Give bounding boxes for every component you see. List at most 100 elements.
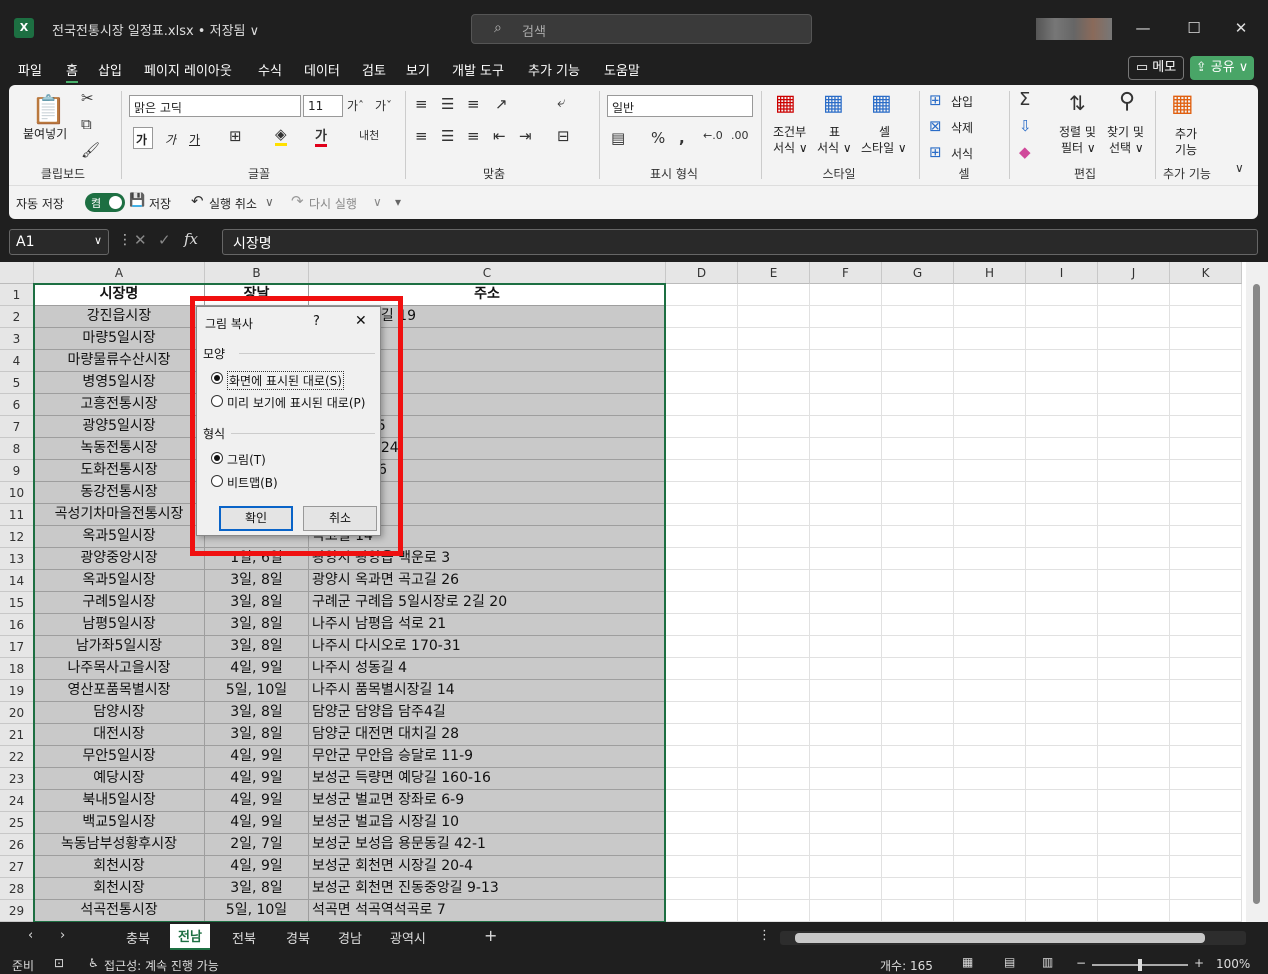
row-header[interactable]: 18: [0, 658, 34, 680]
cell-c[interactable]: 광양시 옥과면 곡고길 26: [309, 570, 666, 592]
row-header[interactable]: 3: [0, 328, 34, 350]
cell-empty[interactable]: [1098, 306, 1170, 328]
format-cells-icon[interactable]: ⊞: [929, 143, 942, 161]
row-header[interactable]: 27: [0, 856, 34, 878]
cell-b[interactable]: 3일, 8일: [205, 570, 309, 592]
cell-empty[interactable]: [954, 614, 1026, 636]
cell-empty[interactable]: [738, 284, 810, 306]
cell-c[interactable]: 보성군 보성읍 용문동길 42-1: [309, 834, 666, 856]
cell-b[interactable]: 4일, 9일: [205, 746, 309, 768]
cell-empty[interactable]: [954, 680, 1026, 702]
cell-empty[interactable]: [666, 548, 738, 570]
menu-insert[interactable]: 삽입: [98, 60, 122, 79]
cell-empty[interactable]: [1170, 856, 1242, 878]
cell-a[interactable]: 시장명: [34, 284, 205, 306]
cell-empty[interactable]: [666, 416, 738, 438]
share-button[interactable]: ⇪ 공유 ∨: [1190, 56, 1254, 80]
cell-a[interactable]: 마량물류수산시장: [34, 350, 205, 372]
cell-empty[interactable]: [882, 790, 954, 812]
cell-empty[interactable]: [1170, 746, 1242, 768]
cell-empty[interactable]: [1098, 570, 1170, 592]
cell-empty[interactable]: [882, 306, 954, 328]
cell-a[interactable]: 남평5일시장: [34, 614, 205, 636]
cell-empty[interactable]: [1026, 570, 1098, 592]
column-header-e[interactable]: E: [738, 262, 810, 284]
accessibility-icon[interactable]: ♿: [88, 956, 99, 970]
align-left-icon[interactable]: ≡: [415, 127, 428, 145]
cell-empty[interactable]: [738, 746, 810, 768]
format-table-label-1[interactable]: 표: [829, 123, 840, 140]
cell-a[interactable]: 옥과5일시장: [34, 526, 205, 548]
column-header-h[interactable]: H: [954, 262, 1026, 284]
cell-empty[interactable]: [810, 812, 882, 834]
sort-filter-label-2[interactable]: 필터 ∨: [1061, 139, 1096, 156]
insert-cells-label[interactable]: 삽입: [951, 93, 973, 110]
horizontal-scrollbar-thumb[interactable]: [795, 933, 1205, 943]
cell-empty[interactable]: [738, 790, 810, 812]
cell-empty[interactable]: [1098, 372, 1170, 394]
cell-empty[interactable]: [954, 658, 1026, 680]
memo-button[interactable]: ▭ 메모: [1128, 56, 1184, 80]
cell-empty[interactable]: [738, 900, 810, 922]
cell-empty[interactable]: [1170, 636, 1242, 658]
cell-empty[interactable]: [1098, 812, 1170, 834]
customize-qat-icon[interactable]: ▾: [395, 195, 401, 209]
cell-empty[interactable]: [882, 592, 954, 614]
cell-styles-icon[interactable]: ▦: [871, 91, 892, 116]
cell-c[interactable]: 보성군 득량면 예당길 160-16: [309, 768, 666, 790]
avatar[interactable]: [1036, 18, 1112, 40]
cell-empty[interactable]: [666, 614, 738, 636]
menu-page-layout[interactable]: 페이지 레이아웃: [144, 60, 232, 79]
format-table-label-2[interactable]: 서식 ∨: [817, 139, 852, 156]
cell-empty[interactable]: [666, 636, 738, 658]
paste-label[interactable]: 붙여넣기: [23, 125, 67, 142]
cell-a[interactable]: 동강전통시장: [34, 482, 205, 504]
cell-empty[interactable]: [1098, 658, 1170, 680]
cell-empty[interactable]: [954, 834, 1026, 856]
cell-empty[interactable]: [1026, 900, 1098, 922]
menu-review[interactable]: 검토: [362, 60, 386, 79]
cell-empty[interactable]: [1026, 812, 1098, 834]
cell-empty[interactable]: [738, 350, 810, 372]
cell-a[interactable]: 강진읍시장: [34, 306, 205, 328]
cell-empty[interactable]: [738, 724, 810, 746]
save-button[interactable]: 저장: [149, 195, 171, 212]
format-painter-icon[interactable]: 🖌: [81, 141, 100, 159]
cell-empty[interactable]: [738, 438, 810, 460]
cell-c[interactable]: 보성군 회천면 진동중앙길 9-13: [309, 878, 666, 900]
cell-empty[interactable]: [810, 372, 882, 394]
cell-empty[interactable]: [954, 504, 1026, 526]
cell-empty[interactable]: [882, 438, 954, 460]
row-header[interactable]: 12: [0, 526, 34, 548]
cell-empty[interactable]: [954, 416, 1026, 438]
cell-empty[interactable]: [1026, 768, 1098, 790]
tab-options-icon[interactable]: ⋮: [758, 928, 771, 943]
cell-empty[interactable]: [1026, 636, 1098, 658]
underline-button[interactable]: 가: [189, 131, 200, 148]
cell-c[interactable]: 나주시 품목별시장길 14: [309, 680, 666, 702]
find-select-icon[interactable]: ⚲: [1119, 89, 1135, 114]
cell-empty[interactable]: [954, 394, 1026, 416]
cell-empty[interactable]: [1170, 878, 1242, 900]
format-cells-label[interactable]: 서식: [951, 145, 973, 162]
cell-b[interactable]: 3일, 8일: [205, 878, 309, 900]
cell-empty[interactable]: [1170, 702, 1242, 724]
cell-empty[interactable]: [1098, 526, 1170, 548]
row-header[interactable]: 22: [0, 746, 34, 768]
column-header-j[interactable]: J: [1098, 262, 1170, 284]
cell-empty[interactable]: [882, 482, 954, 504]
menu-developer[interactable]: 개발 도구: [452, 60, 504, 79]
increase-decimal-icon[interactable]: ←.0: [703, 129, 723, 142]
cell-empty[interactable]: [882, 614, 954, 636]
sheet-tab-jeonnam[interactable]: 전남: [170, 924, 210, 950]
cell-empty[interactable]: [1026, 614, 1098, 636]
cell-empty[interactable]: [954, 548, 1026, 570]
row-header[interactable]: 17: [0, 636, 34, 658]
cell-empty[interactable]: [810, 504, 882, 526]
row-header[interactable]: 28: [0, 878, 34, 900]
cell-empty[interactable]: [954, 592, 1026, 614]
cell-empty[interactable]: [1026, 482, 1098, 504]
cell-a[interactable]: 나주목사고을시장: [34, 658, 205, 680]
row-header[interactable]: 21: [0, 724, 34, 746]
cell-empty[interactable]: [1170, 482, 1242, 504]
